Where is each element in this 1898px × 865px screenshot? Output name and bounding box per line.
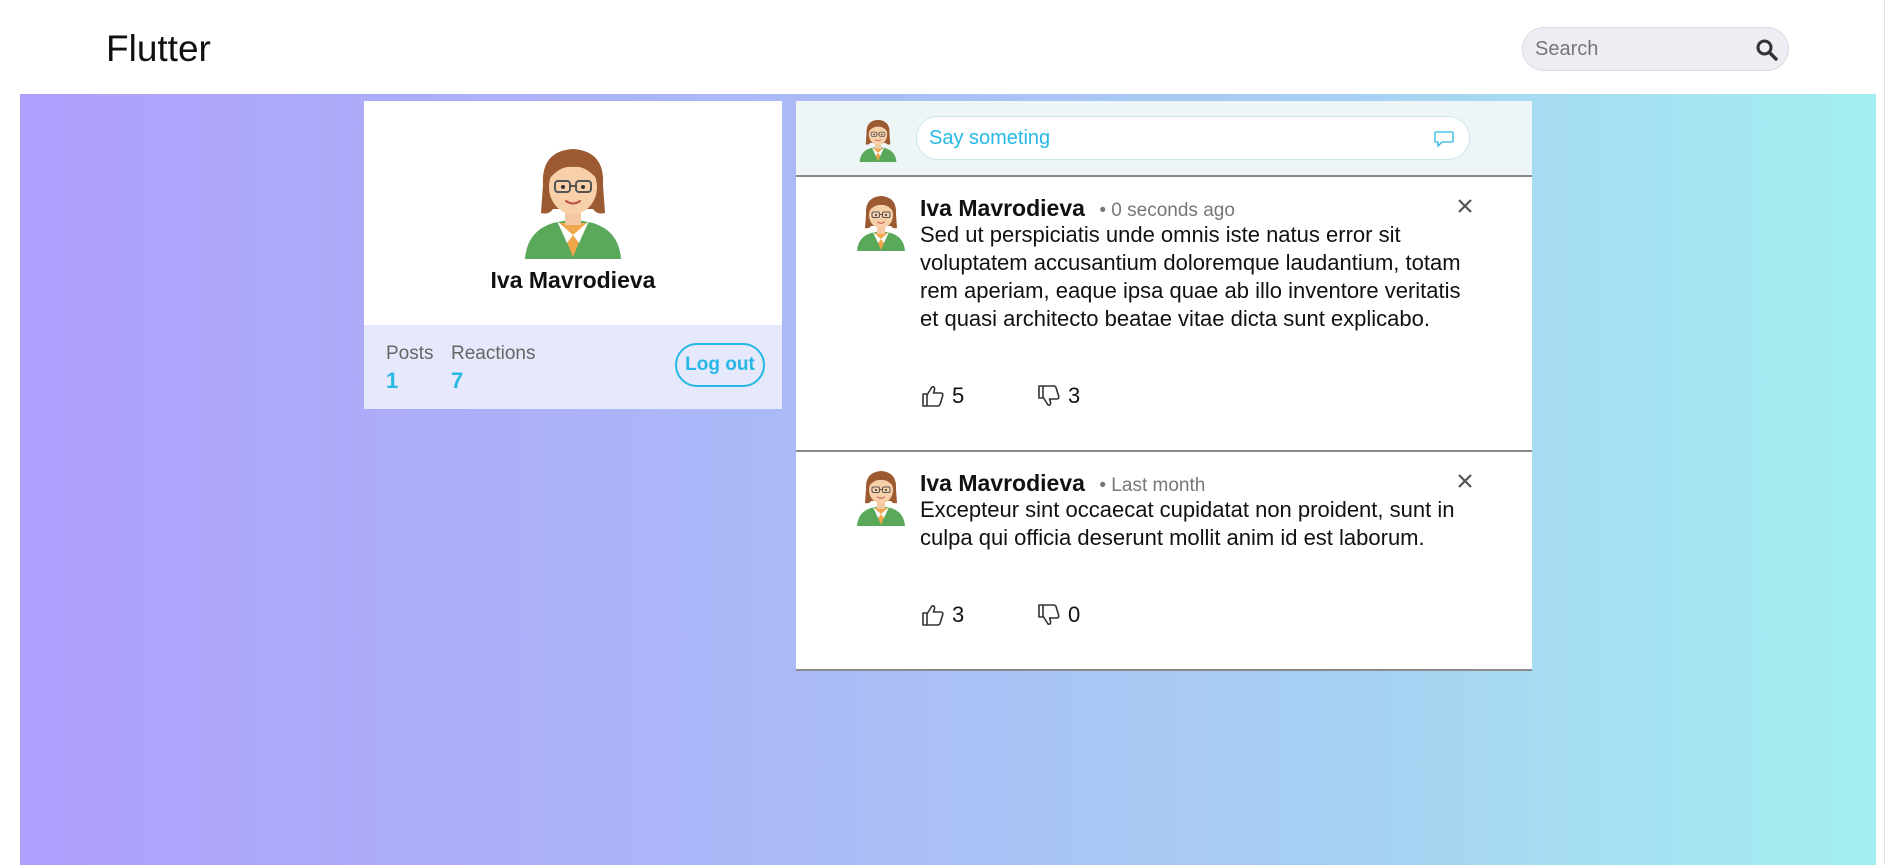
profile-header: Iva Mavrodieva [364,101,782,325]
like-count: 5 [952,383,965,408]
post-author[interactable]: Iva Mavrodieva [920,470,1085,496]
like-button[interactable]: 5 [920,383,964,409]
like-count: 3 [952,602,965,627]
post-composer [796,101,1532,177]
search-icon[interactable] [1754,37,1780,63]
posts-stat: Posts 1 [386,343,434,394]
thumbs-down-icon [1036,383,1062,409]
avatar [856,466,906,526]
close-icon[interactable] [1452,193,1478,219]
search-box[interactable] [1522,27,1789,71]
thumbs-down-icon [1036,602,1062,628]
post-body: Excepteur sint occaecat cupidatat non pr… [920,497,1455,550]
dislike-count: 0 [1068,602,1081,627]
avatar [856,116,900,162]
app-bar: Flutter [0,0,1898,94]
dislike-button[interactable]: 3 [1036,383,1080,409]
dislike-button[interactable]: 0 [1036,602,1080,628]
post-timestamp: • Last month [1099,475,1206,496]
close-icon[interactable] [1452,468,1478,494]
dislike-count: 3 [1068,383,1081,408]
reactions-stat: Reactions 7 [451,343,536,394]
avatar [856,191,906,251]
post-card: Iva Mavrodieva • 0 seconds ago Sed ut pe… [796,177,1532,452]
post-card: Iva Mavrodieva • Last month Excepteur si… [796,452,1532,671]
logout-button[interactable]: Log out [675,343,765,387]
posts-stat-value: 1 [386,368,399,393]
feed: Iva Mavrodieva • 0 seconds ago Sed ut pe… [796,101,1532,671]
thumbs-up-icon [920,383,946,409]
post-header: Iva Mavrodieva • Last month [920,470,1205,497]
composer-input[interactable] [929,125,1429,151]
post-timestamp: • 0 seconds ago [1099,200,1235,221]
like-button[interactable]: 3 [920,602,964,628]
composer-field[interactable] [916,116,1470,160]
post-header: Iva Mavrodieva • 0 seconds ago [920,195,1235,222]
comment-icon[interactable] [1433,129,1455,149]
profile-stats: Posts 1 Reactions 7 Log out [364,325,782,409]
profile-card: Iva Mavrodieva Posts 1 Reactions 7 Log o… [364,101,782,409]
profile-name: Iva Mavrodieva [490,267,656,293]
search-input[interactable] [1535,36,1745,62]
app-title: Flutter [106,28,211,69]
reactions-stat-value: 7 [451,368,464,393]
posts-stat-label: Posts [386,343,434,364]
page-scrollbar[interactable] [1884,0,1898,865]
reactions-stat-label: Reactions [451,343,536,364]
avatar [523,139,623,259]
post-author[interactable]: Iva Mavrodieva [920,195,1085,221]
thumbs-up-icon [920,602,946,628]
post-body: Sed ut perspiciatis unde omnis iste natu… [920,222,1461,331]
